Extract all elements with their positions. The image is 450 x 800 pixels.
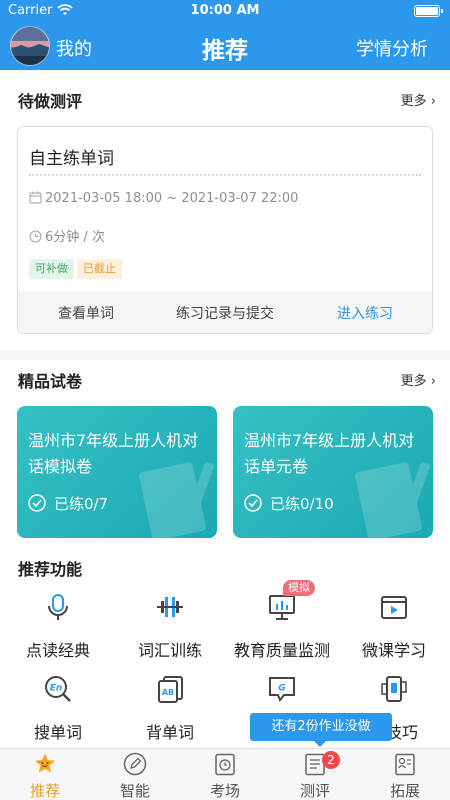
avatar[interactable] [10,26,50,66]
start-practice-button[interactable]: 进入练习 [337,303,393,323]
papers-header: 精品试卷 更多 › [0,360,450,396]
pending-homework-tooltip: 还有2份作业没做 [250,713,392,747]
task-duration-row: 6分钟 / 次 [29,226,105,245]
status-bar: Carrier 10:00 AM [0,0,450,22]
tab-exam-room[interactable]: 考场 [180,749,270,800]
tab-smart[interactable]: 智能 [90,749,180,800]
tab-label: 测评 [299,782,330,800]
chat-g-icon: G [269,677,295,702]
top-nav-bar: 我的 推荐 学情分析 [0,22,450,70]
search-en-icon: En [45,676,71,702]
tab-label: 推荐 [29,782,60,800]
mock-badge: 模拟 [283,580,315,596]
battery-icon [414,5,443,17]
progress-label: 已练0/7 [54,495,109,513]
analysis-link[interactable]: 学情分析 [356,35,428,61]
cards-ab-icon: AB [158,676,183,703]
function-label: 教育质量监测 [233,641,330,660]
pending-header: 待做测评 更多 › [0,80,450,116]
papers-heading: 精品试卷 [18,372,83,391]
clock-icon [29,230,42,243]
calendar-icon [29,191,42,204]
phone-card-icon [381,676,407,702]
clock-board-icon [215,753,235,776]
tab-assessment[interactable]: 2 测评 [270,749,360,800]
svg-text:AB: AB [162,688,174,697]
practice-records-button[interactable]: 练习记录与提交 [176,303,274,323]
chevron-right-icon: › [430,374,436,389]
function-item-quality-monitor[interactable]: 模拟 教育质量监测 [226,580,338,661]
paper-title: 温州市7年级上册人机对话模拟卷 [28,431,199,476]
mine-link[interactable]: 我的 [56,35,92,61]
function-item-memorize-words[interactable]: AB 背单词 [114,674,226,743]
status-badge: 可补做 [29,259,74,279]
function-label: 背单词 [145,723,194,742]
functions-heading: 推荐功能 [18,560,83,579]
function-item-micro-lessons[interactable]: 微课学习 [338,592,450,661]
microphone-icon [48,594,68,620]
function-item-search-words[interactable]: En 搜单词 [2,674,114,743]
task-duration: 6分钟 / 次 [45,230,105,245]
view-words-button[interactable]: 查看单词 [58,303,114,323]
tab-label: 智能 [119,782,150,800]
tab-label: 拓展 [389,782,420,800]
more-label: 更多 [400,374,427,389]
function-label: 搜单词 [33,723,82,742]
progress-label: 已练0/10 [270,495,334,513]
monitor-icon [269,595,295,620]
paper-title: 温州市7年级上册人机对话单元卷 [244,431,415,476]
function-label: 词汇训练 [137,641,202,660]
task-date-row: 2021-03-05 18:00 ~ 2021-03-07 22:00 [29,191,298,206]
pending-section: 待做测评 更多 › 自主练单词 2021-03-05 18:00 ~ 2021-… [0,70,450,350]
notification-badge: 2 [322,751,340,769]
dotted-divider [29,174,421,176]
tab-expand[interactable]: 拓展 [360,749,450,800]
video-icon [381,596,407,619]
svg-text:G: G [278,684,285,694]
more-label: 更多 [400,94,427,109]
functions-header: 推荐功能 [0,548,450,584]
star-face-icon [35,753,55,773]
task-date-range: 2021-03-05 18:00 ~ 2021-03-07 22:00 [45,191,299,206]
function-label: 点读经典 [25,641,90,660]
paper-card[interactable]: 温州市7年级上册人机对话模拟卷 已练0/7 [17,406,217,538]
chevron-right-icon: › [430,94,436,109]
tab-recommend[interactable]: 推荐 [0,749,90,800]
papers-more-link[interactable]: 更多 › [401,370,436,389]
check-circle-icon [28,494,46,512]
paper-progress: 已练0/7 [28,493,108,514]
function-label: 微课学习 [361,641,426,660]
paper-progress: 已练0/10 [244,493,334,514]
function-item-classic-reading[interactable]: 点读经典 [2,592,114,661]
check-circle-icon [244,494,262,512]
pending-more-link[interactable]: 更多 › [401,90,436,109]
task-title: 自主练单词 [29,149,114,169]
task-card[interactable]: 自主练单词 2021-03-05 18:00 ~ 2021-03-07 22:0… [17,126,433,334]
tab-label: 考场 [209,782,240,800]
bottom-tab-bar: 推荐 智能 考场 2 测评 拓展 [0,748,450,800]
person-doc-icon [395,753,415,776]
paper-card[interactable]: 温州市7年级上册人机对话单元卷 已练0/10 [233,406,433,538]
pending-heading: 待做测评 [18,92,83,111]
status-badge: 已截止 [77,259,122,279]
clock: 10:00 AM [190,3,260,18]
function-item-vocab-training[interactable]: 词汇训练 [114,592,226,661]
pencil-circle-icon [123,752,147,776]
svg-text:En: En [50,684,63,694]
dumbbell-icon [157,597,183,617]
avatar-landscape [11,27,49,65]
main-content[interactable]: 待做测评 更多 › 自主练单词 2021-03-05 18:00 ~ 2021-… [0,70,450,748]
task-actions: 查看单词 练习记录与提交 进入练习 [18,291,432,333]
